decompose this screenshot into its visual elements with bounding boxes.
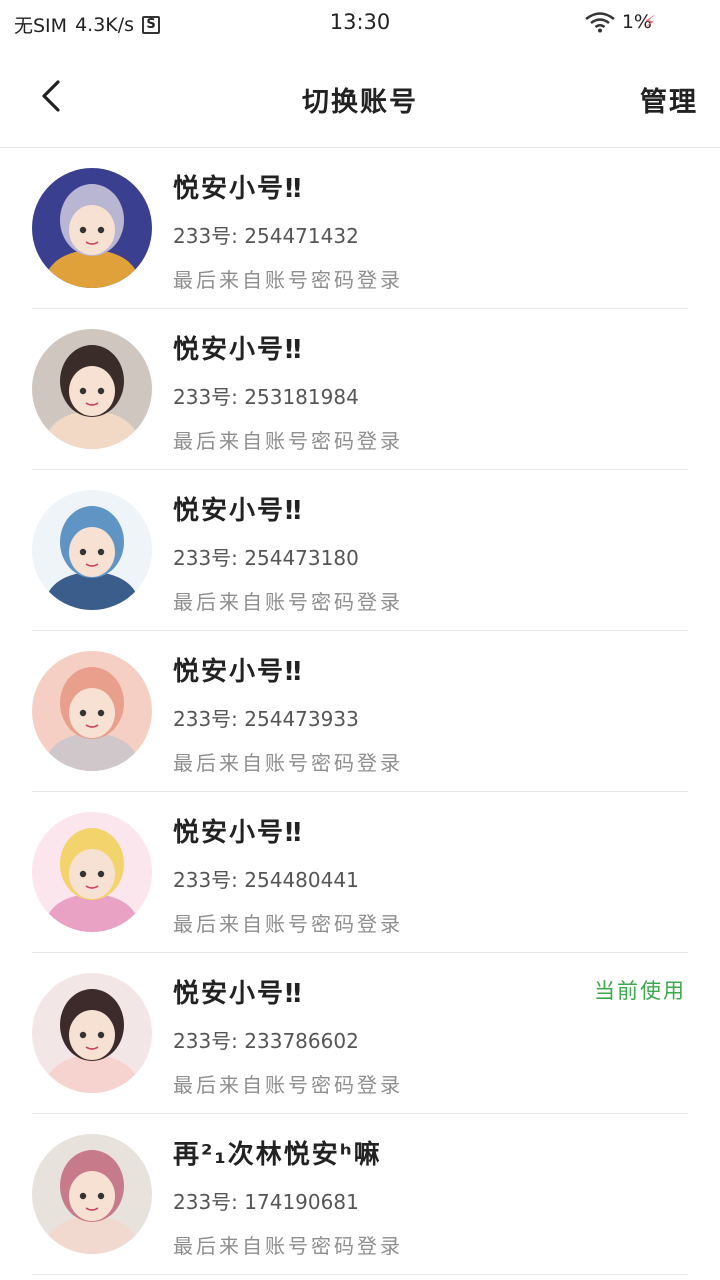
top-bar: 切换账号 管理	[0, 46, 720, 148]
account-row[interactable]: 悦安小号‼ 233号: 254473933 最后来自账号密码登录	[0, 631, 720, 792]
avatar	[32, 651, 152, 771]
account-list: 悦安小号‼ 233号: 254471432 最后来自账号密码登录 悦安小号‼ 2…	[0, 148, 720, 1275]
account-name: 悦安小号‼	[173, 335, 304, 365]
account-name: 悦安小号‼	[173, 496, 304, 526]
charging-icon: ⚡	[643, 12, 656, 33]
account-row[interactable]: 再²₁次林悦安ʰ嘛 233号: 174190681 最后来自账号密码登录	[0, 1114, 720, 1275]
account-name: 再²₁次林悦安ʰ嘛	[173, 1140, 382, 1170]
status-right: 1%	[584, 11, 652, 33]
avatar	[32, 329, 152, 449]
account-id: 233号: 233786602	[173, 1029, 359, 1053]
account-row[interactable]: 悦安小号‼ 233号: 254480441 最后来自账号密码登录	[0, 792, 720, 953]
account-row[interactable]: 悦安小号‼ 233号: 233786602 最后来自账号密码登录 当前使用	[0, 953, 720, 1114]
account-name: 悦安小号‼	[173, 818, 304, 848]
account-row[interactable]: 悦安小号‼ 233号: 254473180 最后来自账号密码登录	[0, 470, 720, 631]
current-account-badge: 当前使用	[594, 979, 686, 1003]
last-login-method: 最后来自账号密码登录	[173, 1073, 403, 1097]
avatar	[32, 168, 152, 288]
avatar	[32, 973, 152, 1093]
account-row[interactable]: 悦安小号‼ 233号: 253181984 最后来自账号密码登录	[0, 309, 720, 470]
account-row[interactable]: 悦安小号‼ 233号: 254471432 最后来自账号密码登录	[0, 148, 720, 309]
account-id: 233号: 174190681	[173, 1190, 359, 1214]
account-id: 233号: 254480441	[173, 868, 359, 892]
account-id: 233号: 254471432	[173, 224, 359, 248]
account-name: 悦安小号‼	[173, 979, 304, 1009]
wifi-icon	[585, 12, 615, 33]
last-login-method: 最后来自账号密码登录	[173, 590, 403, 614]
account-name: 悦安小号‼	[173, 657, 304, 687]
last-login-method: 最后来自账号密码登录	[173, 912, 403, 936]
last-login-method: 最后来自账号密码登录	[173, 751, 403, 775]
avatar	[32, 490, 152, 610]
account-id: 233号: 254473933	[173, 707, 359, 731]
avatar	[32, 812, 152, 932]
account-id: 233号: 253181984	[173, 385, 359, 409]
account-id: 233号: 254473180	[173, 546, 359, 570]
last-login-method: 最后来自账号密码登录	[173, 268, 403, 292]
manage-button[interactable]: 管理	[640, 80, 698, 119]
status-bar: 无SIM 4.3K/s S 13:30 1% ⚡	[0, 0, 720, 46]
page-title: 切换账号	[302, 87, 418, 118]
account-name: 悦安小号‼	[173, 174, 304, 204]
last-login-method: 最后来自账号密码登录	[173, 429, 403, 453]
last-login-method: 最后来自账号密码登录	[173, 1234, 403, 1258]
avatar	[32, 1134, 152, 1254]
